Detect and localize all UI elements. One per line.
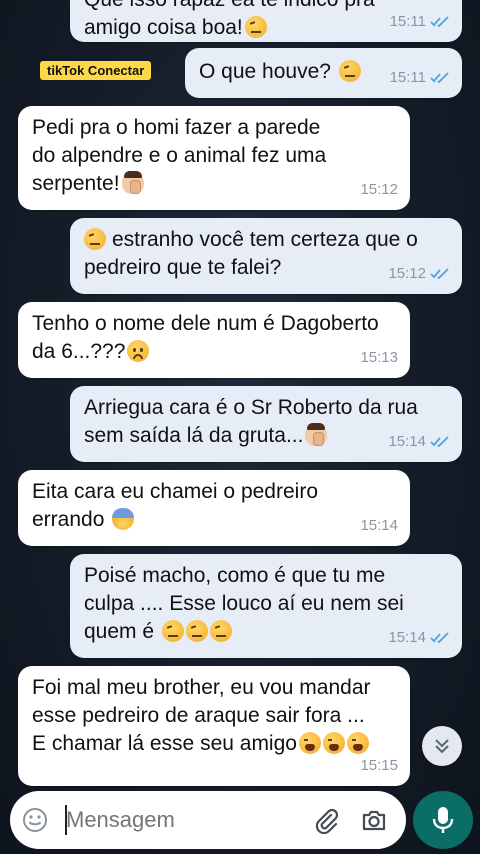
camera-icon[interactable] — [360, 806, 388, 834]
message-bubble-incoming[interactable]: Eita cara eu chamei o pedreiro errando 1… — [18, 470, 410, 546]
scroll-to-bottom-button[interactable] — [422, 726, 462, 766]
message-meta: 15:11 — [390, 8, 450, 36]
double-chevron-down-icon — [435, 739, 449, 754]
message-input[interactable] — [56, 807, 306, 833]
message-time: 15:15 — [360, 757, 398, 774]
message-time: 15:12 — [388, 265, 426, 282]
smiley-icon[interactable] — [22, 807, 48, 833]
man-facepalming-icon — [305, 423, 328, 446]
face-raised-eyebrow-icon — [338, 60, 361, 82]
weary-face-icon — [346, 732, 369, 754]
message-time: 15:11 — [389, 13, 426, 30]
paperclip-icon[interactable] — [312, 806, 340, 834]
message-bubble-outgoing[interactable]: O que houve? 15:11 — [185, 48, 462, 98]
anxious-face-with-sweat-icon — [112, 508, 135, 530]
face-raised-eyebrow-icon — [209, 620, 232, 642]
message-text: Eita cara eu chamei o pedreiro errando — [32, 480, 318, 531]
face-raised-eyebrow-icon — [244, 16, 267, 38]
weary-face-icon — [298, 732, 321, 754]
face-raised-eyebrow-icon — [84, 228, 106, 250]
man-facepalming-icon — [121, 171, 144, 194]
message-meta: 15:14 — [388, 624, 450, 652]
message-time: 15:14 — [388, 433, 426, 450]
message-meta: 15:13 — [360, 344, 398, 372]
read-ticks-icon — [430, 632, 449, 644]
message-bubble-incoming[interactable]: Pedi pra o homi fazer a parede do alpend… — [18, 106, 410, 210]
face-raised-eyebrow-icon — [161, 620, 184, 642]
message-bubble-incoming[interactable]: Foi mal meu brother, eu vou mandar esse … — [18, 666, 410, 786]
message-bubble-incoming[interactable]: Tenho o nome dele num é Dagoberto da 6..… — [18, 302, 410, 378]
message-text: Foi mal meu brother, eu vou mandar esse … — [32, 676, 371, 755]
message-time: 15:14 — [360, 517, 398, 534]
worried-face-icon — [127, 340, 150, 362]
message-text: Tenho o nome dele num é Dagoberto da 6..… — [32, 312, 379, 363]
message-text: Pedi pra o homi fazer a parede do alpend… — [32, 116, 327, 195]
message-bubble-outgoing[interactable]: Arriegua cara é o Sr Roberto da rua sem … — [70, 386, 462, 462]
message-time: 15:11 — [389, 69, 426, 86]
weary-face-icon — [322, 732, 345, 754]
chat-area: Que isso rapaz ea te indico pra amigo co… — [0, 0, 480, 790]
read-ticks-icon — [430, 268, 449, 280]
message-bubble-outgoing[interactable]: Que isso rapaz ea te indico pra amigo co… — [70, 0, 462, 42]
message-meta: 15:12 — [360, 176, 398, 204]
message-composer — [10, 791, 406, 849]
message-meta: 15:14 — [388, 428, 450, 456]
tiktok-watermark: tikTok Conectar — [40, 61, 152, 80]
message-meta: 15:14 — [360, 512, 398, 540]
microphone-button[interactable] — [413, 791, 473, 849]
message-time: 15:12 — [360, 181, 398, 198]
message-meta: 15:12 — [388, 260, 450, 288]
read-ticks-icon — [430, 72, 449, 84]
message-bubble-outgoing[interactable]: Poisé macho, como é que tu me culpa ....… — [70, 554, 462, 658]
read-ticks-icon — [430, 16, 449, 28]
message-time: 15:13 — [360, 349, 398, 366]
face-raised-eyebrow-icon — [185, 620, 208, 642]
message-time: 15:14 — [388, 629, 426, 646]
message-meta: 15:15 — [360, 752, 398, 780]
message-bubble-outgoing[interactable]: estranho você tem certeza que o pedreiro… — [70, 218, 462, 294]
read-ticks-icon — [430, 436, 449, 448]
microphone-icon — [432, 807, 454, 833]
message-meta: 15:11 — [390, 64, 450, 92]
